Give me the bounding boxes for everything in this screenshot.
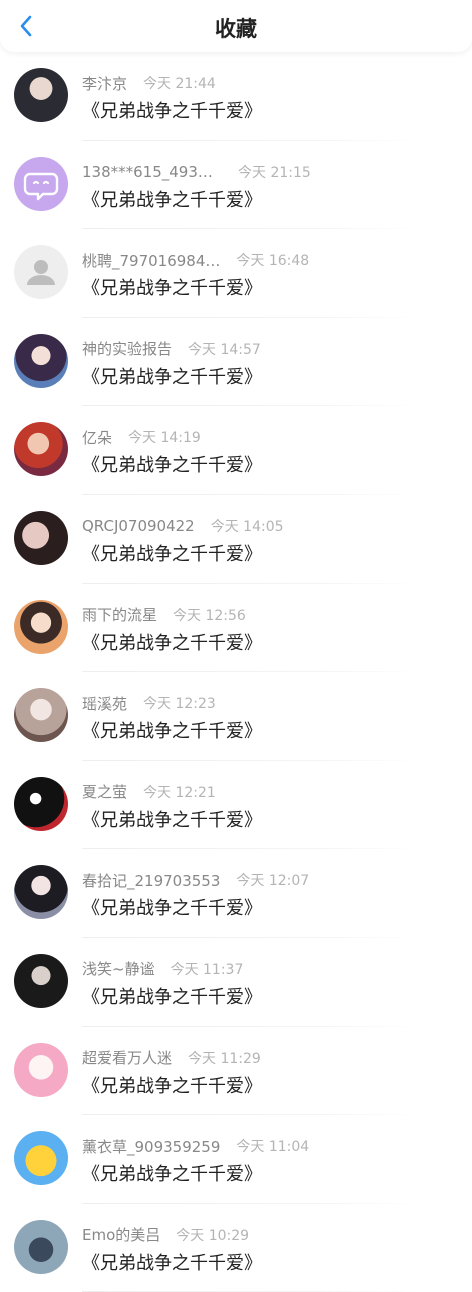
avatar[interactable]	[14, 1219, 68, 1274]
timestamp: 今天 14:05	[210, 518, 284, 535]
item-meta: 春拾记_219703553 今天 12:07	[82, 870, 309, 890]
timestamp: 今天 14:19	[128, 430, 201, 447]
item-meta: 李汴京 今天 21:44	[82, 73, 216, 93]
timestamp: 今天 12:23	[143, 696, 216, 713]
book-title[interactable]: 《兄弟战争之千千爱》	[82, 1160, 262, 1186]
chat-bubble-icon	[23, 172, 59, 200]
book-title[interactable]: 《兄弟战争之千千爱》	[82, 983, 262, 1009]
list-item[interactable]: 浅笑~静谧 今天 11:37 《兄弟战争之千千爱》	[0, 938, 472, 1027]
item-meta: 超爱看万人迷 今天 11:29	[82, 1048, 261, 1068]
timestamp: 今天 12:56	[173, 607, 246, 624]
avatar[interactable]	[14, 776, 68, 831]
item-meta: 雨下的流星 今天 12:56	[82, 605, 246, 625]
avatar[interactable]	[14, 865, 68, 920]
user-name[interactable]: 夏之萤	[82, 781, 127, 802]
list-item[interactable]: QRCJ07090422 今天 14:05 《兄弟战争之千千爱》	[0, 495, 472, 584]
list-item[interactable]: 春拾记_219703553 今天 12:07 《兄弟战争之千千爱》	[0, 849, 472, 938]
favorites-list: 李汴京 今天 21:44 《兄弟战争之千千爱》 138***615_4932… 今天 2…	[0, 52, 472, 1292]
item-meta: QRCJ07090422 今天 14:05	[82, 516, 284, 536]
user-name[interactable]: 浅笑~静谧	[82, 958, 155, 979]
page-title: 收藏	[215, 17, 257, 41]
book-title[interactable]: 《兄弟战争之千千爱》	[82, 97, 262, 123]
timestamp: 今天 21:44	[143, 76, 216, 92]
user-name[interactable]: 超爱看万人迷	[82, 1047, 172, 1068]
book-title[interactable]: 《兄弟战争之千千爱》	[82, 540, 262, 566]
book-title[interactable]: 《兄弟战争之千千爱》	[82, 1072, 262, 1098]
avatar[interactable]	[14, 68, 68, 122]
list-item[interactable]: 亿朵 今天 14:19 《兄弟战争之千千爱》	[0, 406, 472, 495]
list-item[interactable]: 神的实验报告 今天 14:57 《兄弟战争之千千爱》	[0, 318, 472, 407]
list-item[interactable]: 夏之萤 今天 12:21 《兄弟战争之千千爱》	[0, 761, 472, 850]
list-item[interactable]: 李汴京 今天 21:44 《兄弟战争之千千爱》	[0, 52, 472, 141]
list-item[interactable]: 超爱看万人迷 今天 11:29 《兄弟战争之千千爱》	[0, 1027, 472, 1116]
top-bar: 收藏	[0, 0, 472, 52]
item-meta: 亿朵 今天 14:19	[82, 427, 201, 447]
avatar[interactable]	[14, 422, 68, 477]
avatar[interactable]	[14, 333, 68, 388]
timestamp: 今天 12:07	[236, 873, 310, 890]
list-item[interactable]: 雨下的流星 今天 12:56 《兄弟战争之千千爱》	[0, 584, 472, 673]
user-name[interactable]: 神的实验报告	[82, 338, 172, 359]
timestamp: 今天 16:48	[236, 253, 310, 270]
default-user-icon	[27, 260, 55, 286]
book-title[interactable]: 《兄弟战争之千千爱》	[82, 717, 262, 743]
item-meta: 瑶溪苑 今天 12:23	[82, 693, 216, 713]
timestamp: 今天 12:21	[143, 784, 216, 801]
book-title[interactable]: 《兄弟战争之千千爱》	[82, 363, 262, 389]
avatar[interactable]	[14, 1131, 68, 1186]
user-name[interactable]: 亿朵	[82, 427, 112, 448]
user-name[interactable]: QRCJ07090422	[82, 517, 195, 535]
timestamp: 今天 11:04	[236, 1139, 310, 1156]
user-name[interactable]: 李汴京	[82, 73, 127, 94]
book-title[interactable]: 《兄弟战争之千千爱》	[82, 629, 262, 655]
timestamp: 今天 14:57	[188, 341, 261, 358]
avatar[interactable]	[14, 688, 68, 743]
book-title[interactable]: 《兄弟战争之千千爱》	[82, 1249, 262, 1275]
avatar[interactable]	[14, 156, 68, 211]
user-name[interactable]: 桃聘_797016984…	[82, 250, 220, 271]
avatar[interactable]	[14, 599, 68, 654]
user-name[interactable]: 雨下的流星	[82, 604, 157, 625]
item-meta: 神的实验报告 今天 14:57	[82, 339, 261, 359]
item-meta: Emo的美吕 今天 10:29	[82, 1225, 249, 1245]
item-meta: 夏之萤 今天 12:21	[82, 782, 216, 802]
list-item[interactable]: 桃聘_797016984… 今天 16:48 《兄弟战争之千千爱》	[0, 229, 472, 318]
user-name[interactable]: Emo的美吕	[82, 1224, 160, 1245]
timestamp: 今天 11:37	[170, 961, 244, 978]
book-title[interactable]: 《兄弟战争之千千爱》	[82, 274, 262, 300]
user-name[interactable]: 薰衣草_909359259	[82, 1136, 220, 1157]
book-title[interactable]: 《兄弟战争之千千爱》	[82, 894, 262, 920]
user-name[interactable]: 138***615_4932…	[82, 163, 222, 181]
avatar[interactable]	[14, 245, 68, 300]
item-meta: 浅笑~静谧 今天 11:37	[82, 959, 243, 979]
list-item[interactable]: Emo的美吕 今天 10:29 《兄弟战争之千千爱》	[0, 1204, 472, 1292]
timestamp: 今天 21:15	[238, 164, 311, 181]
book-title[interactable]: 《兄弟战争之千千爱》	[82, 806, 262, 832]
user-name[interactable]: 春拾记_219703553	[82, 870, 220, 891]
avatar[interactable]	[14, 953, 68, 1008]
book-title[interactable]: 《兄弟战争之千千爱》	[82, 451, 262, 477]
list-item[interactable]: 瑶溪苑 今天 12:23 《兄弟战争之千千爱》	[0, 672, 472, 761]
avatar[interactable]	[14, 1042, 68, 1097]
avatar[interactable]	[14, 510, 68, 565]
user-name[interactable]: 瑶溪苑	[82, 693, 127, 714]
item-meta: 138***615_4932… 今天 21:15	[82, 162, 311, 182]
timestamp: 今天 11:29	[188, 1050, 261, 1067]
list-item[interactable]: 138***615_4932… 今天 21:15 《兄弟战争之千千爱》	[0, 141, 472, 230]
item-meta: 桃聘_797016984… 今天 16:48	[82, 250, 309, 270]
book-title[interactable]: 《兄弟战争之千千爱》	[82, 186, 262, 212]
timestamp: 今天 10:29	[176, 1227, 250, 1244]
list-item[interactable]: 薰衣草_909359259 今天 11:04 《兄弟战争之千千爱》	[0, 1115, 472, 1204]
item-meta: 薰衣草_909359259 今天 11:04	[82, 1136, 309, 1156]
